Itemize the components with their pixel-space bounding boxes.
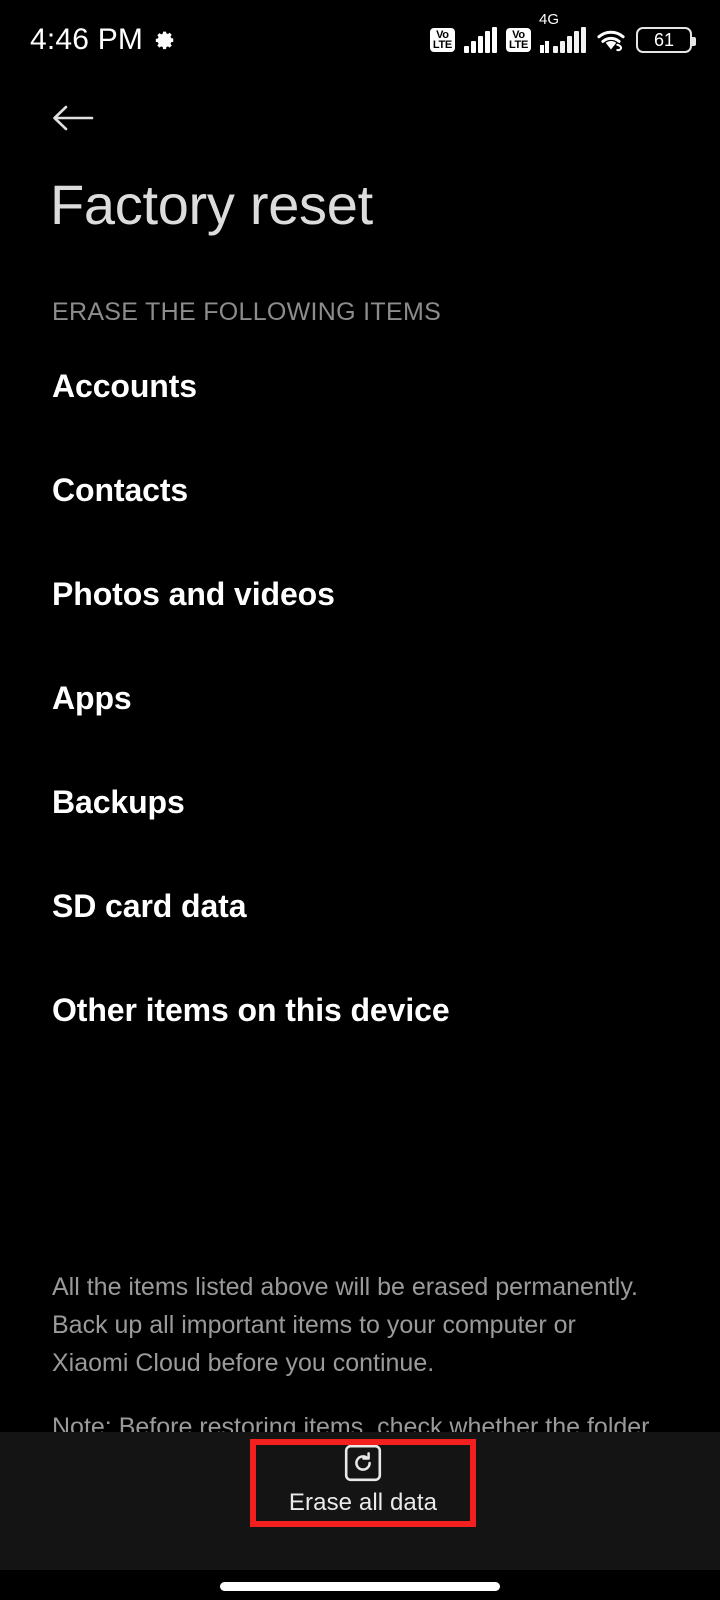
list-item-label: Contacts: [52, 472, 189, 508]
list-item-label: Accounts: [52, 368, 197, 404]
status-bar-right: Vo LTE Vo LTE 4G 61: [429, 12, 696, 53]
list-item: Photos and videos: [0, 578, 720, 682]
list-item: Apps: [0, 682, 720, 786]
erase-all-data-button[interactable]: Erase all data: [256, 1440, 470, 1520]
wifi-icon: [595, 27, 627, 53]
list-item: Contacts: [0, 474, 720, 578]
gear-icon: [154, 29, 176, 51]
back-button[interactable]: [38, 88, 108, 148]
data-transfer-arrows-icon: [540, 41, 549, 53]
battery-percent-label: 61: [653, 30, 675, 50]
volte-sim1-icon: Vo LTE: [429, 28, 455, 52]
list-item: Other items on this device: [0, 994, 720, 1098]
list-item: Accounts: [0, 370, 720, 474]
battery-icon: 61: [636, 27, 696, 53]
footer-paragraph-1: All the items listed above will be erase…: [52, 1273, 638, 1377]
list-item: SD card data: [0, 890, 720, 994]
mobile-data-4g-indicator: 4G: [539, 12, 586, 53]
signal-bars-sim1-icon: [463, 27, 497, 53]
bottom-action-bar: Erase all data: [0, 1432, 720, 1570]
status-bar-left: 4:46 PM: [30, 25, 176, 55]
phone-screen: 4:46 PM Vo LTE Vo LTE 4G 61 Factory rese…: [0, 0, 720, 1600]
erase-items-list: Accounts Contacts Photos and videos Apps…: [0, 370, 720, 1098]
section-header-label: ERASE THE FOLLOWING ITEMS: [52, 298, 442, 326]
erase-all-data-label: Erase all data: [288, 1489, 438, 1516]
signal-bars-sim2-icon: [553, 27, 586, 53]
home-indicator[interactable]: [220, 1581, 500, 1591]
arrow-left-icon: [52, 103, 94, 133]
list-item-label: Photos and videos: [52, 576, 335, 612]
status-bar: 4:46 PM Vo LTE Vo LTE 4G 61: [0, 0, 720, 80]
volte-sim2-icon: Vo LTE: [505, 28, 531, 52]
status-bar-clock: 4:46 PM: [30, 23, 144, 56]
list-item-label: SD card data: [52, 888, 247, 924]
page-title: Factory reset: [50, 173, 373, 236]
system-navigation-bar: [0, 1570, 720, 1600]
list-item: Backups: [0, 786, 720, 890]
list-item-label: Backups: [52, 784, 185, 820]
reset-refresh-icon: [344, 1440, 382, 1482]
footer-description: All the items listed above will be erase…: [52, 1268, 652, 1446]
list-item-label: Other items on this device: [52, 992, 450, 1028]
network-type-label: 4G: [539, 11, 560, 28]
list-item-label: Apps: [52, 680, 132, 716]
